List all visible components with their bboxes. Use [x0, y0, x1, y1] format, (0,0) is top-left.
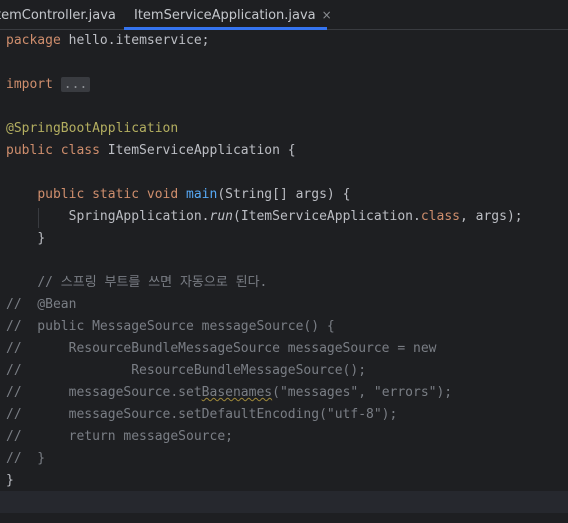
- code-line-6: public class ItemServiceApplication {: [6, 140, 296, 162]
- caret-line-highlight: [0, 491, 568, 513]
- folded-imports[interactable]: ...: [60, 77, 91, 92]
- method-signature: (String[] args) {: [217, 187, 351, 202]
- tab-item-controller[interactable]: temController.java: [0, 0, 116, 30]
- code-line-10: }: [6, 228, 45, 250]
- comment: // ResourceBundleMessageSource messageSo…: [6, 341, 437, 356]
- keyword-class: class: [420, 209, 460, 224]
- comment: ("messages", "errors");: [272, 385, 453, 400]
- keyword-modifiers: public static void: [37, 187, 179, 202]
- class-reference: SpringApplication.: [68, 209, 210, 224]
- call-arguments-end: , args);: [459, 209, 523, 224]
- comment: // return messageSource;: [6, 429, 233, 444]
- ide-window: temController.java ItemServiceApplicatio…: [0, 0, 568, 523]
- comment: // ResourceBundleMessageSource();: [6, 363, 367, 378]
- code-line-16: // ResourceBundleMessageSource();: [6, 360, 366, 382]
- keyword-package: package: [6, 33, 61, 48]
- tab-label: temController.java: [0, 7, 116, 23]
- comment: // messageSource.setDefaultEncoding("utf…: [6, 407, 398, 422]
- comment: // @Bean: [6, 297, 77, 312]
- keyword-public-class: public class: [6, 143, 100, 158]
- code-editor[interactable]: package hello.itemservice; import ... @S…: [0, 30, 568, 523]
- annotation: @SpringBootApplication: [6, 121, 179, 136]
- code-line-19: // return messageSource;: [6, 426, 233, 448]
- comment: // 스프링 부트를 쓰면 자동으로 된다.: [37, 275, 268, 290]
- code-line-20: // }: [6, 448, 45, 470]
- code-line-17: // messageSource.setBasenames("messages"…: [6, 382, 452, 404]
- code-line-3: import ...: [6, 74, 91, 96]
- comment: // }: [6, 451, 46, 466]
- code-line-5: @SpringBootApplication: [6, 118, 178, 140]
- closing-brace: }: [37, 231, 46, 246]
- closing-brace: }: [6, 473, 14, 488]
- package-name: hello.itemservice;: [60, 33, 210, 48]
- method-name: main: [186, 187, 218, 202]
- tab-label: ItemServiceApplication.java: [134, 7, 316, 23]
- tab-item-service-application[interactable]: ItemServiceApplication.java ×: [124, 0, 332, 30]
- typo-highlight: Basenames: [201, 385, 273, 400]
- code-line-8: public static void main(String[] args) {: [6, 184, 350, 206]
- class-declaration: ItemServiceApplication {: [99, 143, 296, 158]
- code-line-1: package hello.itemservice;: [6, 30, 210, 52]
- keyword-import: import: [6, 77, 53, 92]
- comment: // public MessageSource messageSource() …: [6, 319, 335, 334]
- code-line-13: // @Bean: [6, 294, 76, 316]
- call-arguments: (ItemServiceApplication.: [233, 209, 421, 224]
- code-line-18: // messageSource.setDefaultEncoding("utf…: [6, 404, 397, 426]
- code-line-15: // ResourceBundleMessageSource messageSo…: [6, 338, 436, 360]
- comment: // messageSource.set: [6, 385, 202, 400]
- code-line-21: }: [6, 470, 14, 492]
- static-method-call: run: [209, 209, 233, 224]
- code-line-14: // public MessageSource messageSource() …: [6, 316, 335, 338]
- editor-tab-bar: temController.java ItemServiceApplicatio…: [0, 0, 568, 30]
- code-line-9: SpringApplication.run(ItemServiceApplica…: [6, 206, 523, 228]
- code-line-12: // 스프링 부트를 쓰면 자동으로 된다.: [6, 272, 267, 294]
- close-tab-icon[interactable]: ×: [322, 8, 332, 22]
